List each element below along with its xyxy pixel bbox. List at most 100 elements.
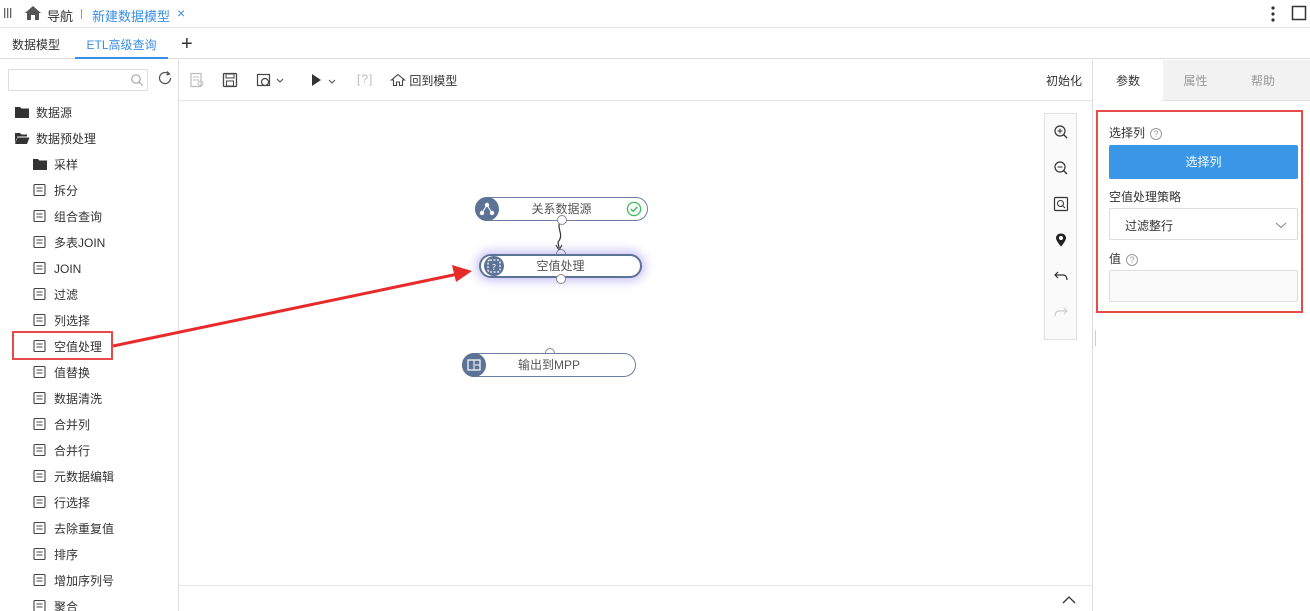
chevron-down-icon	[1275, 219, 1287, 229]
row-select-icon	[32, 495, 48, 509]
tab-attributes[interactable]: 属性	[1163, 60, 1228, 101]
preview-icon[interactable]	[189, 72, 205, 90]
value-replace-icon	[32, 365, 48, 379]
tree-item-column-select[interactable]: 列选择	[32, 311, 90, 331]
tree-search-input[interactable]	[13, 72, 123, 88]
multi-join-icon	[32, 235, 48, 249]
tree-item-value-replace[interactable]: 值替换	[32, 363, 90, 383]
tree-item-sort[interactable]: 排序	[32, 545, 78, 565]
menu-grip-icon[interactable]	[4, 7, 12, 19]
collapse-up-icon[interactable]	[1061, 593, 1077, 605]
tree-item-dedupe[interactable]: 去除重复值	[32, 519, 114, 539]
properties-panel: 参数 属性 帮助 选择列? 选择列 空值处理策略 过滤整行 值?	[1092, 60, 1310, 611]
maximize-icon[interactable]	[1291, 5, 1307, 21]
tree-item-multi-join[interactable]: 多表JOIN	[32, 233, 105, 253]
dedupe-icon	[32, 521, 48, 535]
zoom-in-icon[interactable]	[1053, 124, 1069, 140]
run-dropdown-icon[interactable]	[310, 72, 340, 90]
init-button[interactable]: 初始化	[1046, 72, 1082, 90]
locate-pin-icon[interactable]	[1053, 232, 1069, 248]
tree-item-folder[interactable]: 数据源	[14, 103, 72, 123]
panel-resize-handle[interactable]	[1095, 330, 1096, 346]
back-to-model-button[interactable]: 回到模型	[389, 72, 458, 90]
refresh-icon[interactable]	[157, 70, 173, 86]
sort-icon	[32, 547, 48, 561]
tree-item-folder[interactable]: 采样	[32, 155, 78, 175]
folder-icon	[14, 105, 30, 119]
tab-parameters[interactable]: 参数	[1093, 60, 1163, 101]
tree-item-label: 过滤	[54, 288, 79, 302]
add-tab-icon[interactable]: +	[181, 33, 193, 56]
close-tab-icon[interactable]: ×	[177, 5, 185, 21]
join-icon	[32, 261, 48, 275]
home-icon[interactable]	[24, 5, 42, 21]
save-icon[interactable]	[222, 72, 238, 90]
node-source-output-port[interactable]	[557, 215, 567, 225]
value-input[interactable]	[1109, 270, 1298, 302]
node-output-mpp[interactable]: 输出到MPP	[462, 353, 636, 377]
undo-icon[interactable]	[1053, 268, 1069, 284]
tree-item-label: 排序	[54, 548, 79, 562]
canvas-zoom-tools	[1044, 113, 1077, 340]
tree-item-label: 行选择	[54, 496, 91, 510]
tree-item-merge-row[interactable]: 合并行	[32, 441, 90, 461]
tree-item-label: 数据源	[36, 106, 73, 120]
data-clean-icon	[32, 391, 48, 405]
serial-number-icon	[32, 573, 48, 587]
tree-item-label: 列选择	[54, 314, 91, 328]
bracket-help-button[interactable]: [?]	[357, 72, 373, 90]
tree-item-label: JOIN	[54, 262, 82, 276]
folder-icon	[32, 157, 48, 171]
aggregate-icon	[32, 599, 48, 611]
canvas-bottom-bar	[179, 585, 1092, 611]
tree-item-label: 组合查询	[54, 210, 103, 224]
settings-dropdown-icon[interactable]	[256, 72, 286, 90]
null-strategy-select[interactable]: 过滤整行	[1109, 208, 1298, 240]
tab-help[interactable]: 帮助	[1228, 60, 1298, 101]
sub-tabs: 数据模型 ETL高级查询 +	[0, 28, 1310, 59]
tab-data-model[interactable]: 数据模型	[12, 28, 60, 59]
tree-item-label: 元数据编辑	[54, 470, 115, 484]
node-source-label: 关系数据源	[531, 202, 592, 216]
filter-icon	[32, 287, 48, 301]
tree-item-filter[interactable]: 过滤	[32, 285, 78, 305]
relational-source-icon	[475, 197, 499, 221]
tree-item-combine-query[interactable]: 组合查询	[32, 207, 102, 227]
search-icon[interactable]	[130, 73, 144, 87]
tree-item-merge-column[interactable]: 合并列	[32, 415, 90, 435]
more-vertical-icon[interactable]	[1270, 5, 1276, 23]
combine-query-icon	[32, 209, 48, 223]
value-label: 值?	[1109, 250, 1139, 267]
tree-item-row-select[interactable]: 行选择	[32, 493, 90, 513]
tree-item-split[interactable]: 拆分	[32, 181, 78, 201]
select-column-label-text: 选择列	[1109, 126, 1146, 140]
tree-item-label: 拆分	[54, 184, 79, 198]
redo-icon[interactable]	[1053, 304, 1069, 320]
tree-item-metadata-edit[interactable]: 元数据编辑	[32, 467, 114, 487]
tree-item-label: 合并列	[54, 418, 91, 432]
help-icon[interactable]: ?	[1150, 128, 1163, 140]
success-check-icon	[626, 201, 642, 217]
fit-view-icon[interactable]	[1053, 196, 1069, 212]
tree-item-aggregate[interactable]: 聚合	[32, 597, 78, 611]
tree-item-label: 数据清洗	[54, 392, 103, 406]
tree-search-box[interactable]	[8, 69, 148, 91]
value-help-icon[interactable]: ?	[1126, 254, 1139, 266]
back-to-model-label: 回到模型	[409, 74, 458, 88]
tree-item-join[interactable]: JOIN	[32, 259, 81, 279]
tree-item-serial-number[interactable]: 增加序列号	[32, 571, 114, 591]
metadata-edit-icon	[32, 469, 48, 483]
nav-label[interactable]: 导航	[47, 6, 73, 25]
select-column-button[interactable]: 选择列	[1109, 145, 1298, 179]
zoom-out-icon[interactable]	[1053, 160, 1069, 176]
etl-canvas[interactable]: [?] 回到模型 初始化 关系数据源 ? 空值处理 输出到MPP	[179, 60, 1092, 611]
tab-new-data-model[interactable]: 新建数据模型	[92, 6, 170, 25]
tree-item-label: 合并行	[54, 444, 91, 458]
tab-etl-advanced-query[interactable]: ETL高级查询	[75, 28, 168, 59]
node-null-output-port[interactable]	[556, 274, 566, 284]
merge-row-icon	[32, 443, 48, 457]
tree-item-label: 聚合	[54, 600, 79, 611]
tree-item-data-clean[interactable]: 数据清洗	[32, 389, 102, 409]
tree-item-label: 增加序列号	[54, 574, 115, 588]
tree-item-folder-open[interactable]: 数据预处理	[14, 129, 96, 149]
